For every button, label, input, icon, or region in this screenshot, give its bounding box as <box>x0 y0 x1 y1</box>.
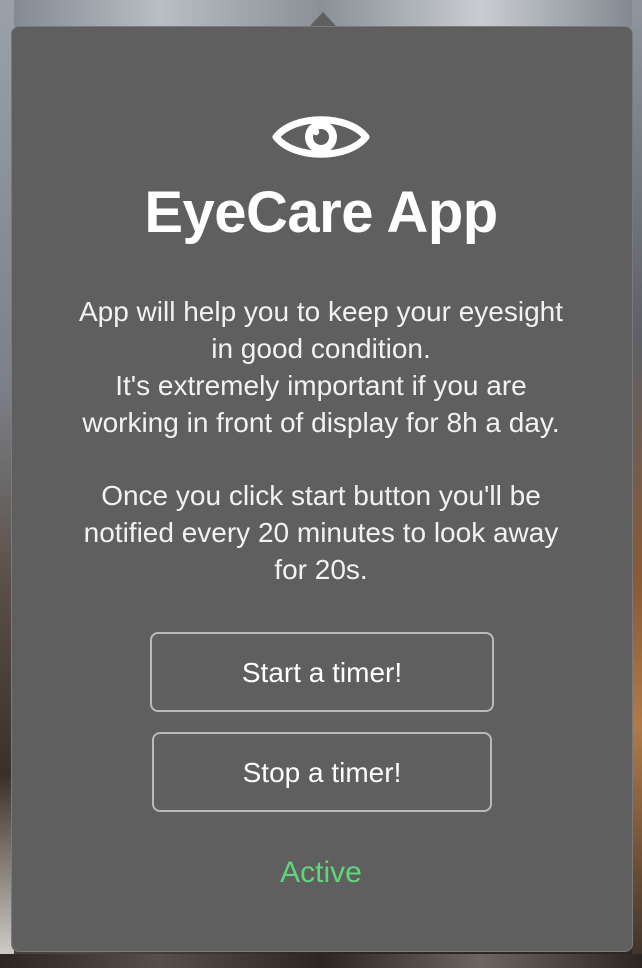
description-intro: App will help you to keep your eyesight … <box>60 293 582 441</box>
desktop-background-right <box>632 0 642 968</box>
description-line: for 20s. <box>274 554 368 585</box>
app-title: EyeCare App <box>144 180 498 245</box>
stop-timer-button[interactable]: Stop a timer! <box>152 732 492 812</box>
description-line: notified every 20 minutes to look away <box>83 517 559 548</box>
description-instructions: Once you click start button you'll be no… <box>60 477 582 588</box>
eye-icon <box>272 116 370 158</box>
status-label: Active <box>280 856 362 889</box>
description-line: working in front of display for 8h a day… <box>82 407 560 438</box>
description-line: App will help you to keep your eyesight <box>78 296 564 327</box>
description-line: Once you click start button you'll be <box>101 480 541 511</box>
desktop-background-bottom <box>0 954 642 968</box>
popover-arrow <box>310 12 336 26</box>
description-line: It's extremely important if you are <box>115 370 527 401</box>
start-timer-button[interactable]: Start a timer! <box>150 632 494 712</box>
description-line: in good condition. <box>211 333 431 364</box>
